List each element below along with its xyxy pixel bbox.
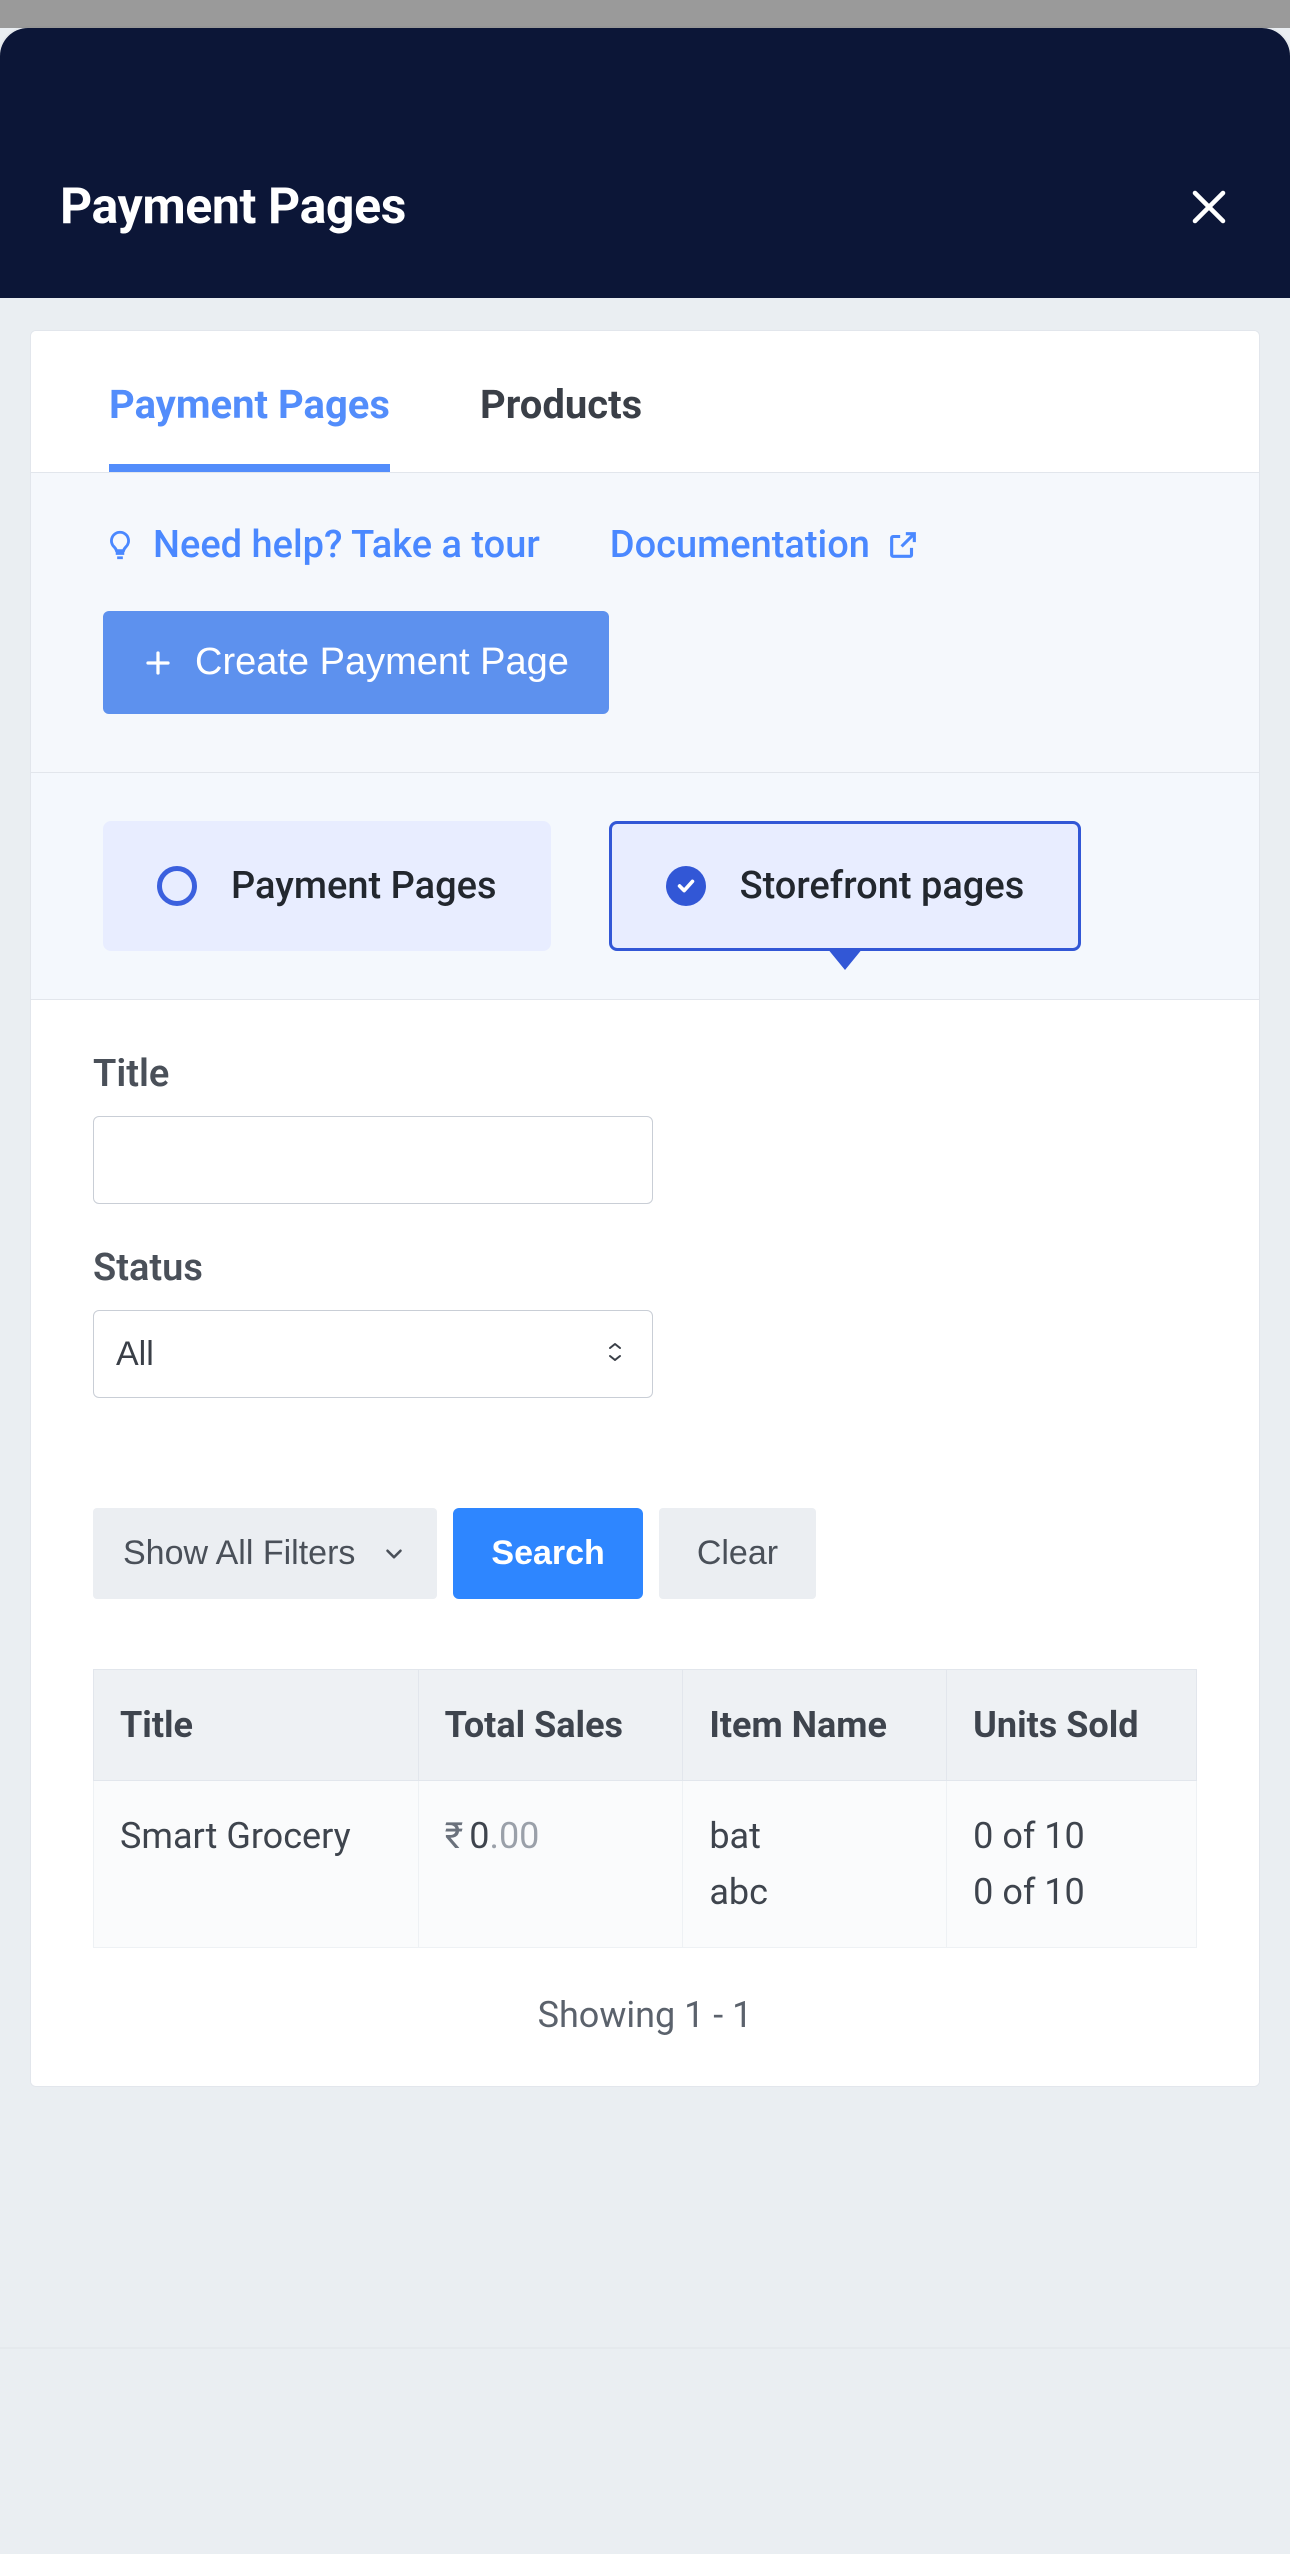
plus-icon [143, 648, 173, 678]
close-button[interactable] [1188, 186, 1230, 228]
tabs: Payment Pages Products [31, 331, 1259, 472]
close-icon [1188, 186, 1230, 228]
modal-header: Payment Pages [0, 28, 1290, 298]
row-units-sold: 0 of 10 0 of 10 [947, 1781, 1197, 1948]
pager-text: Showing 1 - 1 [93, 1948, 1197, 2046]
view-toggle-storefront-pages[interactable]: Storefront pages [609, 821, 1082, 951]
modal-title: Payment Pages [60, 178, 406, 236]
col-title: Title [94, 1670, 419, 1781]
row-title-link[interactable]: Smart Grocery [94, 1781, 419, 1948]
status-label: Status [93, 1246, 1197, 1290]
active-pointer-icon [827, 948, 863, 970]
tab-payment-pages[interactable]: Payment Pages [109, 381, 390, 472]
radio-unchecked-icon [157, 866, 197, 906]
table-row: Smart Grocery ₹0.00 bat abc [94, 1781, 1197, 1948]
tab-products[interactable]: Products [480, 381, 642, 472]
units-sold-value: 0 of 10 [973, 1815, 1170, 1857]
view-toggle-label: Storefront pages [740, 864, 1025, 908]
title-input[interactable] [93, 1116, 653, 1204]
view-toggle-payment-pages[interactable]: Payment Pages [103, 821, 551, 951]
col-total-sales: Total Sales [418, 1670, 683, 1781]
row-total-sales: ₹0.00 [418, 1781, 683, 1948]
payment-pages-modal: Payment Pages Payment Pages Products Nee… [0, 28, 1290, 2347]
create-payment-page-button[interactable]: Create Payment Page [103, 611, 609, 714]
title-label: Title [93, 1052, 1197, 1096]
lightbulb-icon [103, 528, 137, 562]
documentation-link[interactable]: Documentation [610, 523, 920, 567]
filters: Title Status All [31, 999, 1259, 2086]
row-item-names: bat abc [683, 1781, 947, 1948]
documentation-label: Documentation [610, 523, 870, 567]
col-item-name: Item Name [683, 1670, 947, 1781]
toolbar: Need help? Take a tour Documentation Cre… [31, 472, 1259, 772]
search-button[interactable]: Search [453, 1508, 642, 1599]
item-name-value: bat [709, 1815, 920, 1857]
clear-button[interactable]: Clear [659, 1508, 816, 1599]
chevron-down-icon [381, 1541, 407, 1567]
table-header-row: Title Total Sales Item Name Units Sold [94, 1670, 1197, 1781]
currency-symbol: ₹ [445, 1815, 464, 1857]
show-all-filters-button[interactable]: Show All Filters [93, 1508, 437, 1599]
create-button-label: Create Payment Page [195, 641, 569, 684]
results-table: Title Total Sales Item Name Units Sold S… [93, 1669, 1197, 1948]
view-toggle-label: Payment Pages [231, 864, 497, 908]
help-tour-label: Need help? Take a tour [153, 523, 540, 567]
radio-checked-icon [666, 866, 706, 906]
item-name-value: abc [709, 1871, 920, 1913]
external-link-icon [886, 528, 920, 562]
units-sold-value: 0 of 10 [973, 1871, 1170, 1913]
show-all-filters-label: Show All Filters [123, 1534, 355, 1573]
status-select[interactable]: All [93, 1310, 653, 1398]
help-tour-link[interactable]: Need help? Take a tour [103, 523, 540, 567]
col-units-sold: Units Sold [947, 1670, 1197, 1781]
view-toggle: Payment Pages Storefront pages [31, 772, 1259, 999]
